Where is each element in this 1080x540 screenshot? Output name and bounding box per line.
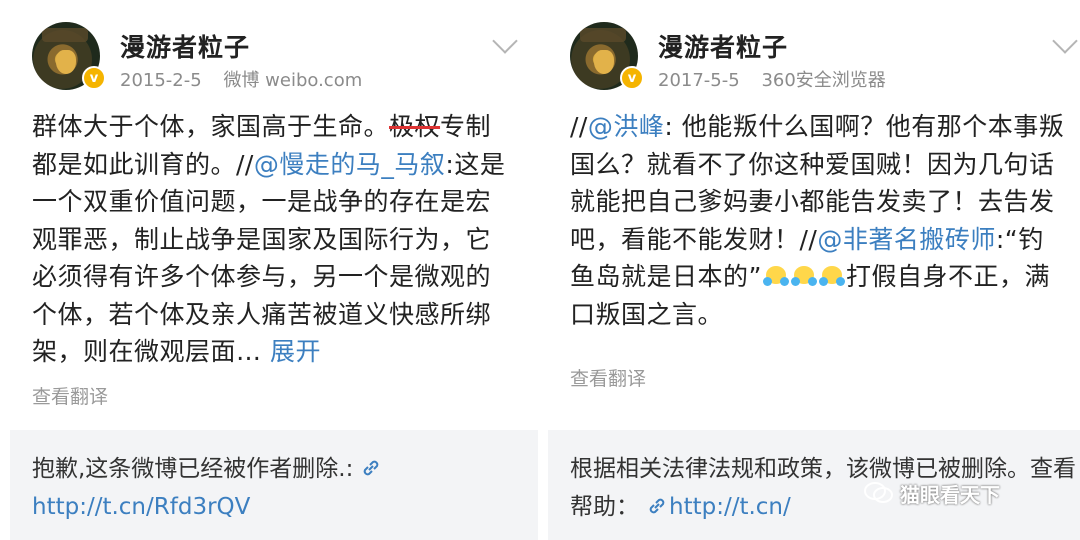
panel-divider (538, 0, 548, 540)
expand-link[interactable]: 展开 (270, 337, 321, 366)
watermark-text: 猫眼看天下 (900, 482, 1000, 507)
verified-badge-icon: v (82, 66, 106, 90)
chevron-down-icon[interactable] (492, 28, 518, 54)
body-text-segment: 专 (440, 112, 466, 141)
post-body: 群体大于个体，家国高于生命。极权专制都是如此训育的。//@慢走的马_马叙:这是一… (32, 108, 512, 371)
post-date: 2017-5-5 (658, 70, 740, 91)
mention-link[interactable]: @慢走的马_马叙 (254, 150, 446, 179)
chevron-down-icon[interactable] (1052, 28, 1078, 54)
post-source: 360安全浏览器 (761, 70, 886, 91)
post-body: //@洪峰: 他能叛什么国啊？他有那个本事叛国么？就看不了你这种爱国贼！因为几句… (570, 108, 1068, 333)
deleted-notice: 抱歉,这条微博已经被作者删除.: http://t.cn/Rfd3rQV (10, 430, 538, 540)
shrug-emoji-icon (762, 263, 789, 289)
body-text-segment: // (570, 112, 588, 141)
mention-link[interactable]: @非著名搬砖师 (817, 225, 996, 254)
left-post-card: v 漫游者粒子 2015-2-5 微博 weibo.com 群体大于个体，家国高… (10, 0, 538, 540)
post-meta: 2017-5-5 360安全浏览器 (658, 66, 902, 92)
verified-badge-icon: v (620, 66, 644, 90)
shrug-emoji-icon (790, 263, 817, 289)
post-header: v 漫游者粒子 2015-2-5 微博 weibo.com (10, 0, 538, 110)
post-header: v 漫游者粒子 2017-5-5 360安全浏览器 (548, 0, 1080, 110)
short-url-link[interactable]: http://t.cn/ (669, 494, 791, 520)
link-icon (364, 460, 379, 476)
translate-link[interactable]: 查看翻译 (570, 364, 646, 391)
shrug-emoji-icon (818, 263, 845, 289)
post-meta: 2015-2-5 微博 weibo.com (120, 66, 378, 92)
username[interactable]: 漫游者粒子 (120, 28, 250, 64)
translate-link[interactable]: 查看翻译 (32, 382, 108, 409)
link-icon (649, 498, 665, 514)
short-url-link[interactable]: http://t.cn/Rfd3rQV (32, 494, 250, 520)
mention-link[interactable]: @洪峰 (588, 112, 665, 141)
body-text-segment: 这是一个双重价值问题，一是战争的存在是宏观罪恶，制止战争是国家及国际行为，它必须… (32, 149, 506, 367)
struck-text: 极权 (389, 112, 441, 141)
notice-message: 抱歉,这条微博已经被作者删除.: (32, 456, 354, 482)
watermark: 猫眼看天下 (864, 478, 1000, 508)
post-source: 微博 weibo.com (223, 70, 363, 91)
deleted-notice: 根据相关法律法规和政策，该微博已被删除。查看帮助： http://t.cn/ (548, 430, 1080, 540)
username[interactable]: 漫游者粒子 (658, 28, 788, 64)
deleted-notice-text: 根据相关法律法规和政策，该微博已被删除。查看帮助： http://t.cn/ (570, 450, 1080, 526)
deleted-notice-text: 抱歉,这条微博已经被作者删除.: http://t.cn/Rfd3rQV (32, 450, 538, 526)
body-text-segment: : (445, 149, 455, 179)
post-date: 2015-2-5 (120, 70, 202, 91)
wechat-logo-icon (864, 482, 893, 503)
body-text-segment: 群体大于个体，家国高于生命。 (32, 112, 390, 141)
right-post-card: v 漫游者粒子 2017-5-5 360安全浏览器 //@洪峰: 他能叛什么国啊… (548, 0, 1080, 540)
